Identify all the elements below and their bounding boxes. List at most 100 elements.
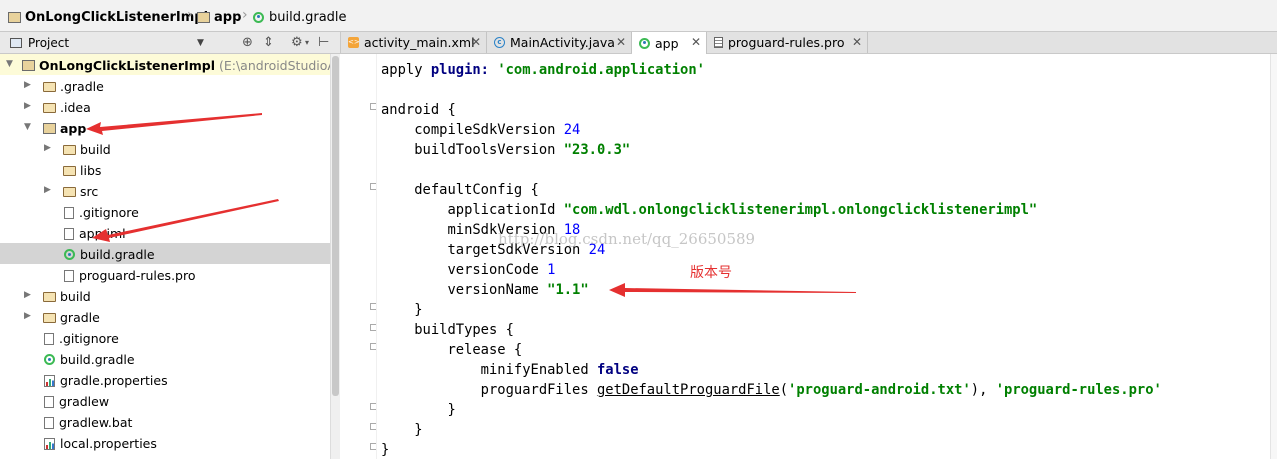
tree-item-gradle[interactable]: ▶ gradle [0,306,330,327]
project-panel-header: Project ▼ ⊕ ⇕ ⚙ ▾ ⊢ [0,32,340,54]
tree-item-build-gradle[interactable]: build.gradle [0,348,330,369]
tree-item-root[interactable]: ▼ OnLongClickListenerImpl (E:\androidStud… [0,54,330,75]
tree-item-app-build[interactable]: ▶ build [0,138,330,159]
text-file-icon [714,37,723,48]
code-line: defaultConfig { [381,182,539,198]
collapse-arrow-icon[interactable]: ▶ [24,80,31,90]
folder-icon [63,144,76,155]
tab-app-build-gradle[interactable]: app ✕ [632,32,707,54]
tree-item-libs[interactable]: libs [0,159,330,180]
breadcrumb-item-build-gradle[interactable]: build.gradle [253,8,347,26]
breadcrumb-item-app[interactable]: app [197,8,241,26]
code-line: buildTypes { [381,322,514,338]
breadcrumb-item-project[interactable]: OnLongClickListenerImpl [8,8,208,26]
module-folder-icon [197,11,210,23]
folder-icon [43,102,56,113]
code-line: android { [381,102,456,118]
project-tree: ▼ OnLongClickListenerImpl (E:\androidStud… [0,54,330,459]
editor-gutter[interactable] [341,54,377,459]
text-file-icon [64,269,74,282]
code-line: } [381,422,423,438]
chevron-down-icon[interactable]: ▾ [305,38,309,47]
close-icon[interactable]: ✕ [471,35,481,49]
iml-file-icon [64,227,74,240]
expand-arrow-icon[interactable]: ▼ [6,59,13,69]
tree-item-app[interactable]: ▼ app [0,117,330,138]
watermark-text: http://blog.csdn.net/qq_26650589 [498,230,756,248]
gradle-icon [64,249,75,260]
folder-icon [43,291,56,302]
gradle-icon [44,354,55,365]
java-class-icon: c [494,37,505,48]
collapse-icon[interactable]: ⇕ [263,35,274,50]
module-folder-icon [22,60,35,71]
code-line: release { [381,342,523,358]
folder-icon [43,312,56,323]
tree-item-app-iml[interactable]: app.iml [0,222,330,243]
project-view-icon [10,37,22,48]
tree-item-gitignore[interactable]: .gitignore [0,327,330,348]
collapse-arrow-icon[interactable]: ▶ [24,101,31,111]
tree-item-proguard-rules[interactable]: proguard-rules.pro [0,264,330,285]
code-line: } [381,402,456,418]
error-stripe[interactable] [1270,54,1277,459]
folder-icon [63,186,76,197]
editor-divider [376,54,377,459]
module-folder-icon [43,123,56,134]
target-icon[interactable]: ⊕ [242,35,253,50]
code-line: apply plugin: 'com.android.application' [381,62,705,78]
code-line: minifyEnabled false [381,362,639,378]
chevron-right-icon: › [187,7,193,23]
code-line: proguardFiles getDefaultProguardFile('pr… [381,382,1162,398]
close-icon[interactable]: ✕ [691,35,701,49]
tab-proguard-rules[interactable]: proguard-rules.pro ✕ [707,32,868,53]
chevron-right-icon: › [242,7,248,23]
properties-file-icon [44,437,55,450]
code-line: versionCode 1 [381,262,556,278]
code-line: } [381,442,390,458]
tree-item-gradlew-bat[interactable]: gradlew.bat [0,411,330,432]
text-file-icon [44,332,54,345]
collapse-arrow-icon[interactable]: ▶ [24,311,31,321]
tree-item-build[interactable]: ▶ build [0,285,330,306]
tree-item-src[interactable]: ▶ src [0,180,330,201]
annotation-label: 版本号 [690,265,732,281]
module-folder-icon [8,11,21,23]
code-line: } [381,302,423,318]
tree-item-local-properties[interactable]: local.properties [0,432,330,453]
properties-file-icon [44,374,55,387]
code-line: versionName "1.1" [381,282,589,298]
collapse-arrow-icon[interactable]: ▶ [24,290,31,300]
tree-item-app-build-gradle[interactable]: build.gradle [0,243,330,264]
code-line: buildToolsVersion "23.0.3" [381,142,631,158]
hide-icon[interactable]: ⊢ [318,35,329,50]
scrollbar-thumb[interactable] [332,56,339,396]
tab-activity-main-xml[interactable]: <> activity_main.xml ✕ [341,32,487,53]
tree-item-idea-dir[interactable]: ▶ .idea [0,96,330,117]
tree-scrollbar[interactable] [330,54,340,459]
collapse-arrow-icon[interactable]: ▶ [44,143,51,153]
tree-item-app-gitignore[interactable]: .gitignore [0,201,330,222]
text-file-icon [44,416,54,429]
gradle-icon [639,37,650,49]
tree-item-gradle-dir[interactable]: ▶ .gradle [0,75,330,96]
arrow-to-version-name [609,283,856,297]
tree-item-gradle-properties[interactable]: gradle.properties [0,369,330,390]
breadcrumb: OnLongClickListenerImpl › app › build.gr… [0,0,1277,32]
code-line: applicationId "com.wdl.onlongclicklisten… [381,202,1038,218]
expand-arrow-icon[interactable]: ▼ [24,122,31,132]
collapse-arrow-icon[interactable]: ▶ [44,185,51,195]
gear-icon[interactable]: ⚙ [291,35,303,50]
text-file-icon [44,395,54,408]
chevron-down-icon[interactable]: ▼ [197,38,204,48]
tab-main-activity-java[interactable]: c MainActivity.java ✕ [487,32,632,53]
text-file-icon [64,206,74,219]
xml-file-icon: <> [348,37,360,48]
project-panel-title[interactable]: Project [28,36,69,50]
tree-item-gradlew[interactable]: gradlew [0,390,330,411]
close-icon[interactable]: ✕ [616,35,626,49]
close-icon[interactable]: ✕ [852,35,862,49]
folder-icon [63,165,76,176]
folder-icon [43,81,56,92]
gradle-icon [253,11,264,23]
